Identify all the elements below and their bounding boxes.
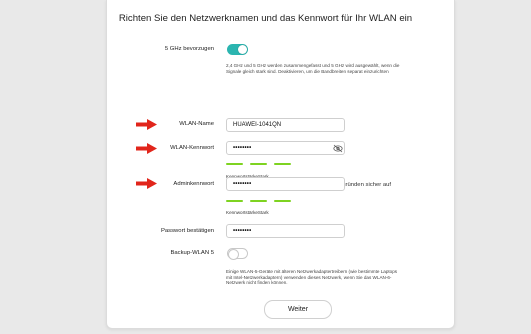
strength-segment	[226, 200, 243, 202]
prefer-5ghz-note: 2,4 GHz und 5 GHz werden zusammengefasst…	[226, 63, 400, 74]
prefer-5ghz-label: 5 GHz bevorzugen	[164, 46, 214, 52]
backup-wlan5-label: Backup-WLAN 5	[170, 250, 214, 256]
strength-segment	[226, 163, 243, 165]
next-button[interactable]: Weiter	[264, 300, 332, 319]
admin-password-label: Adminkennwort	[173, 181, 214, 187]
wlan-password-strength-bar	[226, 163, 291, 165]
admin-password-strength-label: KennwortstärkeStark	[226, 210, 269, 215]
page-title: Richten Sie den Netzwerknamen und das Ke…	[118, 13, 413, 24]
confirm-password-input[interactable]: ••••••••	[226, 224, 345, 238]
strength-segment	[274, 163, 291, 165]
strength-segment	[250, 200, 267, 202]
wlan-name-label: WLAN-Name	[179, 121, 214, 127]
strength-segment	[274, 200, 291, 202]
backup-wlan5-toggle[interactable]	[227, 248, 248, 260]
strength-segment	[250, 163, 267, 165]
admin-password-strength-bar	[226, 200, 291, 202]
prefer-5ghz-toggle[interactable]	[227, 44, 248, 55]
eye-hidden-icon[interactable]	[333, 144, 343, 153]
wlan-name-input[interactable]: HUAWEI-1041QN	[226, 118, 345, 132]
backup-wlan5-note: Einige WLAN-5-Geräte mit älteren Netzwer…	[226, 269, 398, 286]
toggle-knob	[228, 249, 239, 260]
confirm-password-label: Passwort bestätigen	[160, 228, 214, 234]
wlan-password-input[interactable]: ••••••••	[226, 141, 345, 155]
toggle-knob	[238, 45, 247, 54]
admin-password-input[interactable]: ••••••••	[226, 177, 345, 191]
wlan-password-label: WLAN-Kennwort	[170, 145, 214, 151]
